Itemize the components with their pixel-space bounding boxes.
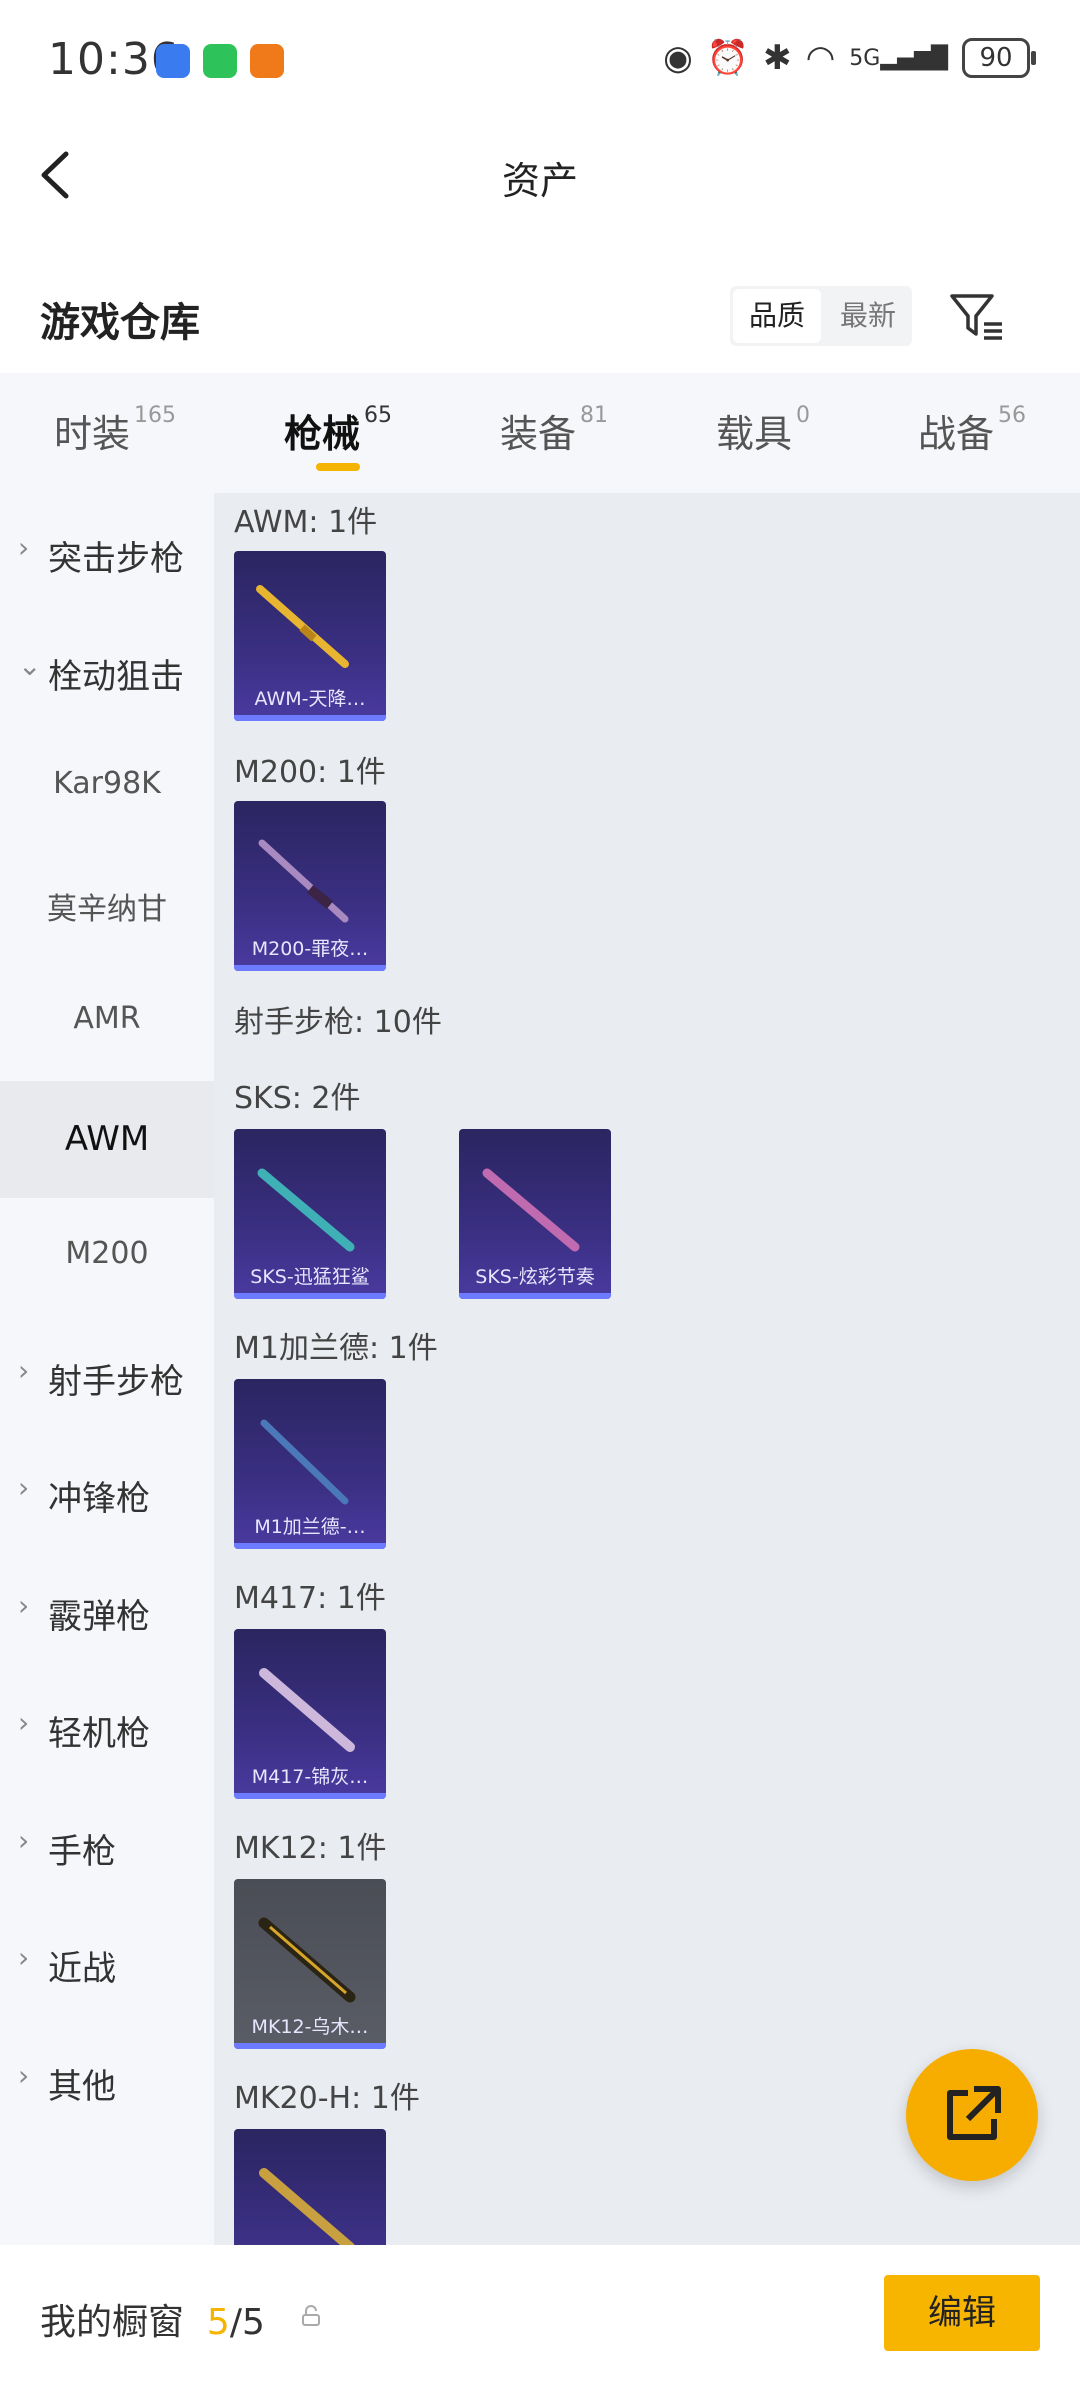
share-fab-button[interactable]: [906, 2049, 1038, 2181]
sort-toggle: 品质 最新: [730, 286, 913, 346]
sidebar-subitem-awm[interactable]: AWM: [0, 1080, 214, 1198]
group-header-dmr: 射手步枪: 10件: [234, 1005, 442, 1040]
active-tab-indicator: [315, 463, 360, 471]
tab-supplies[interactable]: 战备 56: [918, 373, 1026, 493]
app2-notification-icon: [250, 44, 284, 78]
external-link-icon: [947, 2086, 1001, 2140]
sidebar-subitem-m200[interactable]: M200: [0, 1198, 214, 1316]
group-header-mk12: MK12: 1件: [234, 1831, 387, 1866]
chevron-right-icon: ›: [18, 1941, 30, 1974]
weapon-card-label: AWM-天降…: [254, 688, 366, 710]
weapon-card-sks-1[interactable]: SKS-迅猛狂鲨: [234, 1129, 386, 1299]
chevron-right-icon: ›: [18, 2058, 30, 2092]
sidebar-item-other[interactable]: › 其他: [0, 2021, 214, 2139]
rifle-dark-icon: [258, 839, 349, 923]
app-notification-icon: [156, 44, 190, 78]
sidebar-item-smg[interactable]: › 冲锋枪: [0, 1433, 214, 1551]
showcase-count-current: 5: [206, 2302, 230, 2343]
group-header-mk20h: MK20-H: 1件: [234, 2081, 420, 2116]
rifle-teal-icon: [257, 1168, 355, 1252]
weapon-card-label: M417-锦灰…: [251, 1766, 369, 1788]
rifle-blue-icon: [260, 1419, 349, 1505]
rifle-gold-icon: [256, 585, 349, 668]
rarity-bar: [234, 1293, 386, 1299]
wechat-notification-icon: [203, 44, 237, 78]
filter-button[interactable]: [944, 284, 1008, 348]
edit-button[interactable]: 编辑: [884, 2275, 1040, 2351]
chevron-right-icon: ›: [18, 1353, 30, 1387]
wifi-icon: ◠: [805, 38, 836, 78]
weapon-card-awm[interactable]: AWM-天降…: [234, 551, 386, 721]
group-header-m1-garand: M1加兰德: 1件: [234, 1331, 438, 1366]
eye-icon: ◉: [663, 38, 693, 78]
tab-equipment[interactable]: 装备 81: [500, 373, 608, 493]
weapon-card-mk12[interactable]: MK12-乌木…: [234, 1879, 386, 2049]
weapon-card-label: MK12-乌木…: [251, 2016, 369, 2038]
rifle-ebony-icon: [258, 1917, 356, 2003]
rifle-gold-pattern-icon: [259, 2168, 355, 2245]
page-title: 资产: [501, 159, 578, 203]
status-bar: 10:36 ◉ ⏰ ✱ ◠ 5G▂▄▆█ 90: [0, 0, 1080, 120]
rarity-bar: [459, 1293, 611, 1299]
chevron-right-icon: ›: [18, 1823, 30, 1857]
warehouse-title: 游戏仓库: [40, 300, 200, 346]
weapon-card-mk20h[interactable]: [234, 2129, 386, 2245]
status-icons: ◉ ⏰ ✱ ◠ 5G▂▄▆█ 90: [663, 38, 1036, 78]
group-header-m200: M200: 1件: [234, 755, 386, 790]
chevron-right-icon: ›: [18, 1706, 30, 1739]
weapon-card-label: M200-罪夜…: [251, 938, 369, 960]
group-header-m417: M417: 1件: [234, 1581, 386, 1616]
weapon-card-m200[interactable]: M200-罪夜…: [234, 801, 386, 971]
chevron-down-icon: ⌄: [18, 648, 42, 682]
weapon-card-label: SKS-迅猛狂鲨: [250, 1266, 370, 1288]
lock-icon: [302, 2305, 320, 2326]
bluetooth-icon: ✱: [763, 38, 792, 78]
sidebar-item-assault-rifle[interactable]: › 突击步枪: [0, 493, 214, 611]
rarity-bar: [234, 715, 386, 721]
sidebar-item-shotgun[interactable]: › 霰弹枪: [0, 1551, 214, 1669]
rarity-bar: [234, 965, 386, 971]
rarity-bar: [234, 1793, 386, 1799]
sidebar-item-bolt-sniper[interactable]: ⌄ 栓动狙击: [0, 611, 214, 729]
tab-vehicles[interactable]: 载具 0: [716, 373, 810, 493]
sidebar-subitem-amr[interactable]: AMR: [0, 963, 214, 1081]
weapon-card-m417[interactable]: M417-锦灰…: [234, 1629, 386, 1799]
signal-icon: 5G▂▄▆█: [849, 45, 948, 71]
rarity-bar: [234, 1543, 386, 1549]
weapon-card-sks-2[interactable]: SKS-炫彩节奏: [459, 1129, 611, 1299]
tab-outfits[interactable]: 时装 165: [54, 373, 176, 493]
weapon-card-m1-garand[interactable]: M1加兰德-…: [234, 1379, 386, 1549]
title-bar: 资产: [0, 120, 1080, 230]
sidebar-subitem-kar98k[interactable]: Kar98K: [0, 728, 214, 846]
warehouse-header: 游戏仓库 品质 最新: [0, 260, 1080, 370]
rifle-colorful-icon: [482, 1168, 580, 1252]
rarity-bar: [234, 2043, 386, 2049]
showcase-bar: 我的橱窗 5/5 编辑: [0, 2245, 1080, 2381]
category-tabs: 时装 165 枪械 65 装备 81 载具 0 战备 56: [0, 373, 1080, 493]
battery-icon: 90: [962, 38, 1036, 78]
sidebar-item-dmr[interactable]: › 射手步枪: [0, 1316, 214, 1434]
weapon-list: AWM: 1件 AWM-天降… M200: 1件 M200-罪夜… 射手步枪: …: [214, 493, 1080, 2245]
weapon-category-sidebar: › 突击步枪 ⌄ 栓动狙击 Kar98K 莫辛纳甘 AMR AWM M200 › 射手…: [0, 493, 214, 2245]
weapon-card-label: SKS-炫彩节奏: [475, 1266, 595, 1288]
sidebar-item-melee[interactable]: › 近战: [0, 1903, 214, 2021]
sort-newest-button[interactable]: 最新: [824, 286, 912, 346]
rifle-silver-icon: [259, 1668, 355, 1752]
alarm-icon: ⏰: [706, 38, 750, 78]
sidebar-subitem-mosin[interactable]: 莫辛纳甘: [0, 846, 214, 964]
filter-icon: [950, 294, 1002, 340]
showcase-count-total: /5: [229, 2302, 265, 2343]
group-header-awm: AWM: 1件: [234, 505, 378, 540]
sidebar-item-lmg[interactable]: › 轻机枪: [0, 1668, 214, 1786]
sidebar-item-pistol[interactable]: › 手枪: [0, 1786, 214, 1904]
group-header-sks: SKS: 2件: [234, 1081, 361, 1116]
chevron-right-icon: ›: [18, 531, 30, 564]
showcase-label: 我的橱窗 5/5: [40, 2302, 265, 2343]
sort-quality-button[interactable]: 品质: [733, 289, 822, 343]
tab-weapons[interactable]: 枪械 65: [284, 373, 392, 493]
chevron-right-icon: ›: [18, 1471, 30, 1504]
chevron-right-icon: ›: [18, 1588, 30, 1622]
weapon-card-label: M1加兰德-…: [254, 1516, 366, 1538]
